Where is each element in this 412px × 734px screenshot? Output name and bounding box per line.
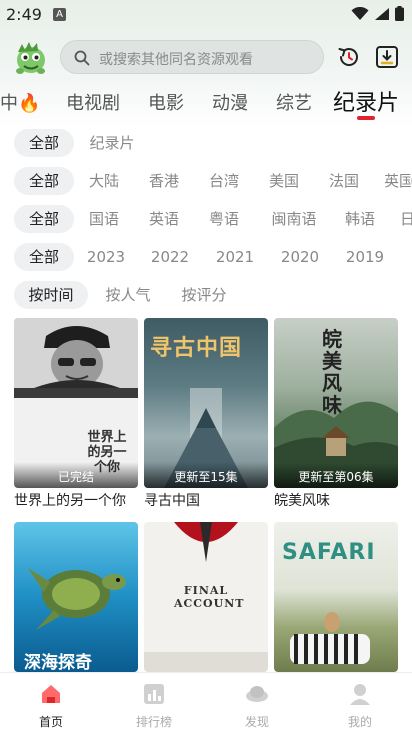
media-card[interactable]: 皖美风味 更新至第06集 皖美风味 bbox=[274, 318, 398, 510]
poster-image: 寻古中国 更新至15集 bbox=[144, 318, 268, 488]
filter-language-minnan[interactable]: 闽南语 bbox=[264, 205, 324, 233]
filter-year-2019[interactable]: 2019 bbox=[341, 243, 389, 271]
filter-year-2021[interactable]: 2021 bbox=[211, 243, 259, 271]
episode-badge: 已完结 bbox=[14, 462, 138, 488]
notification-icon: A bbox=[53, 8, 66, 21]
ranking-icon bbox=[144, 684, 164, 704]
history-icon[interactable] bbox=[336, 44, 362, 70]
sort-by-time[interactable]: 按时间 bbox=[14, 281, 88, 309]
poster-text: 深海探奇 bbox=[24, 653, 92, 672]
poster-text: 皖美风味 bbox=[322, 327, 342, 417]
sort-by-popularity[interactable]: 按人气 bbox=[98, 281, 158, 309]
bottom-navigation: 首页 排行榜 发现 我的 bbox=[0, 672, 412, 734]
filter-language-korean[interactable]: 韩语 bbox=[338, 205, 382, 233]
filter-region-all[interactable]: 全部 bbox=[14, 167, 74, 195]
card-title: 皖美风味 bbox=[274, 493, 330, 509]
status-bar: 2:49 A bbox=[0, 0, 412, 30]
nav-label: 首页 bbox=[38, 715, 63, 729]
poster-image: 深海探奇 bbox=[14, 522, 138, 672]
card-title: 寻古中国 bbox=[144, 493, 200, 509]
filter-year-all[interactable]: 全部 bbox=[14, 243, 74, 271]
search-placeholder: 或搜索其他同名资源观看 bbox=[99, 52, 253, 68]
filter-language-mandarin[interactable]: 国语 bbox=[82, 205, 126, 233]
nav-ranking[interactable]: 排行榜 bbox=[124, 681, 184, 730]
filter-type-documentary[interactable]: 纪录片 bbox=[84, 129, 140, 157]
filter-region-usa[interactable]: 美国 bbox=[262, 167, 306, 195]
home-icon bbox=[42, 685, 60, 703]
tab-variety[interactable]: 综艺 bbox=[276, 89, 312, 115]
signal-icon bbox=[375, 7, 389, 20]
nav-discover[interactable]: 发现 bbox=[227, 681, 287, 730]
nav-label: 排行榜 bbox=[135, 715, 172, 729]
filter-region-france[interactable]: 法国 bbox=[322, 167, 366, 195]
filter-region-uk[interactable]: 英国 bbox=[384, 167, 412, 195]
filter-type-all[interactable]: 全部 bbox=[14, 129, 74, 157]
nav-label: 我的 bbox=[347, 715, 372, 729]
download-icon[interactable] bbox=[374, 44, 400, 70]
active-tab-indicator bbox=[357, 116, 375, 120]
filter-language-cantonese[interactable]: 粤语 bbox=[202, 205, 246, 233]
search-icon bbox=[74, 50, 90, 66]
filter-row-region: 全部 大陆 香港 台湾 美国 法国 英国 bbox=[0, 167, 412, 197]
filter-region-taiwan[interactable]: 台湾 bbox=[202, 167, 246, 195]
search-input[interactable]: 或搜索其他同名资源观看 bbox=[60, 40, 324, 74]
poster-text: SAFARI bbox=[282, 540, 376, 565]
card-title: 世界上的另一个你 bbox=[14, 493, 126, 509]
filter-year-2023[interactable]: 2023 bbox=[82, 243, 130, 271]
category-tabs: 中🔥 电视剧 电影 动漫 综艺 纪录片 bbox=[0, 84, 412, 120]
filter-year-2020[interactable]: 2020 bbox=[276, 243, 324, 271]
nav-label: 发现 bbox=[244, 715, 269, 729]
battery-icon bbox=[395, 6, 404, 21]
episode-badge: 更新至第06集 bbox=[274, 462, 398, 488]
media-card[interactable]: 寻古中国 更新至15集 寻古中国 bbox=[144, 318, 268, 510]
app-logo-icon[interactable] bbox=[10, 38, 50, 76]
tab-tv-series[interactable]: 电视剧 bbox=[66, 89, 120, 115]
filter-language-all[interactable]: 全部 bbox=[14, 205, 74, 233]
poster-text: 寻古中国 bbox=[150, 335, 243, 361]
tab-hot[interactable]: 中🔥 bbox=[0, 89, 40, 115]
filter-row-sort: 按时间 按人气 按评分 bbox=[0, 281, 412, 311]
filter-language-english[interactable]: 英语 bbox=[142, 205, 186, 233]
sort-by-rating[interactable]: 按评分 bbox=[174, 281, 234, 309]
poster-image: SAFARI bbox=[274, 522, 398, 672]
filter-row-type: 全部 纪录片 bbox=[0, 129, 412, 159]
profile-icon bbox=[350, 684, 370, 705]
poster-image: 皖美风味 更新至第06集 bbox=[274, 318, 398, 488]
media-card[interactable]: FINAL ACCOUNT bbox=[144, 522, 268, 672]
filter-row-year: 全部 2023 2022 2021 2020 2019 bbox=[0, 243, 412, 273]
media-card[interactable]: SAFARI bbox=[274, 522, 398, 672]
wifi-icon bbox=[351, 6, 369, 20]
filter-region-hongkong[interactable]: 香港 bbox=[142, 167, 186, 195]
filter-row-language: 全部 国语 英语 粤语 闽南语 韩语 日 bbox=[0, 205, 412, 235]
media-card[interactable]: 世界上的另一个你 已完结 世界上的另一个你 bbox=[14, 318, 138, 510]
poster-image: FINAL ACCOUNT bbox=[144, 522, 268, 672]
filter-language-japanese[interactable]: 日 bbox=[400, 205, 412, 233]
nav-profile[interactable]: 我的 bbox=[330, 681, 390, 730]
episode-badge: 更新至15集 bbox=[144, 462, 268, 488]
tab-anime[interactable]: 动漫 bbox=[212, 89, 248, 115]
tab-documentary[interactable]: 纪录片 bbox=[333, 85, 399, 117]
tab-movies[interactable]: 电影 bbox=[148, 89, 184, 115]
poster-image: 世界上的另一个你 已完结 bbox=[14, 318, 138, 488]
filter-year-2022[interactable]: 2022 bbox=[146, 243, 194, 271]
media-card[interactable]: 深海探奇 bbox=[14, 522, 138, 672]
status-time: 2:49 bbox=[6, 5, 42, 24]
nav-home[interactable]: 首页 bbox=[21, 681, 81, 730]
discover-icon bbox=[246, 686, 268, 702]
poster-text: FINAL ACCOUNT bbox=[174, 584, 245, 610]
filter-region-mainland[interactable]: 大陆 bbox=[82, 167, 126, 195]
